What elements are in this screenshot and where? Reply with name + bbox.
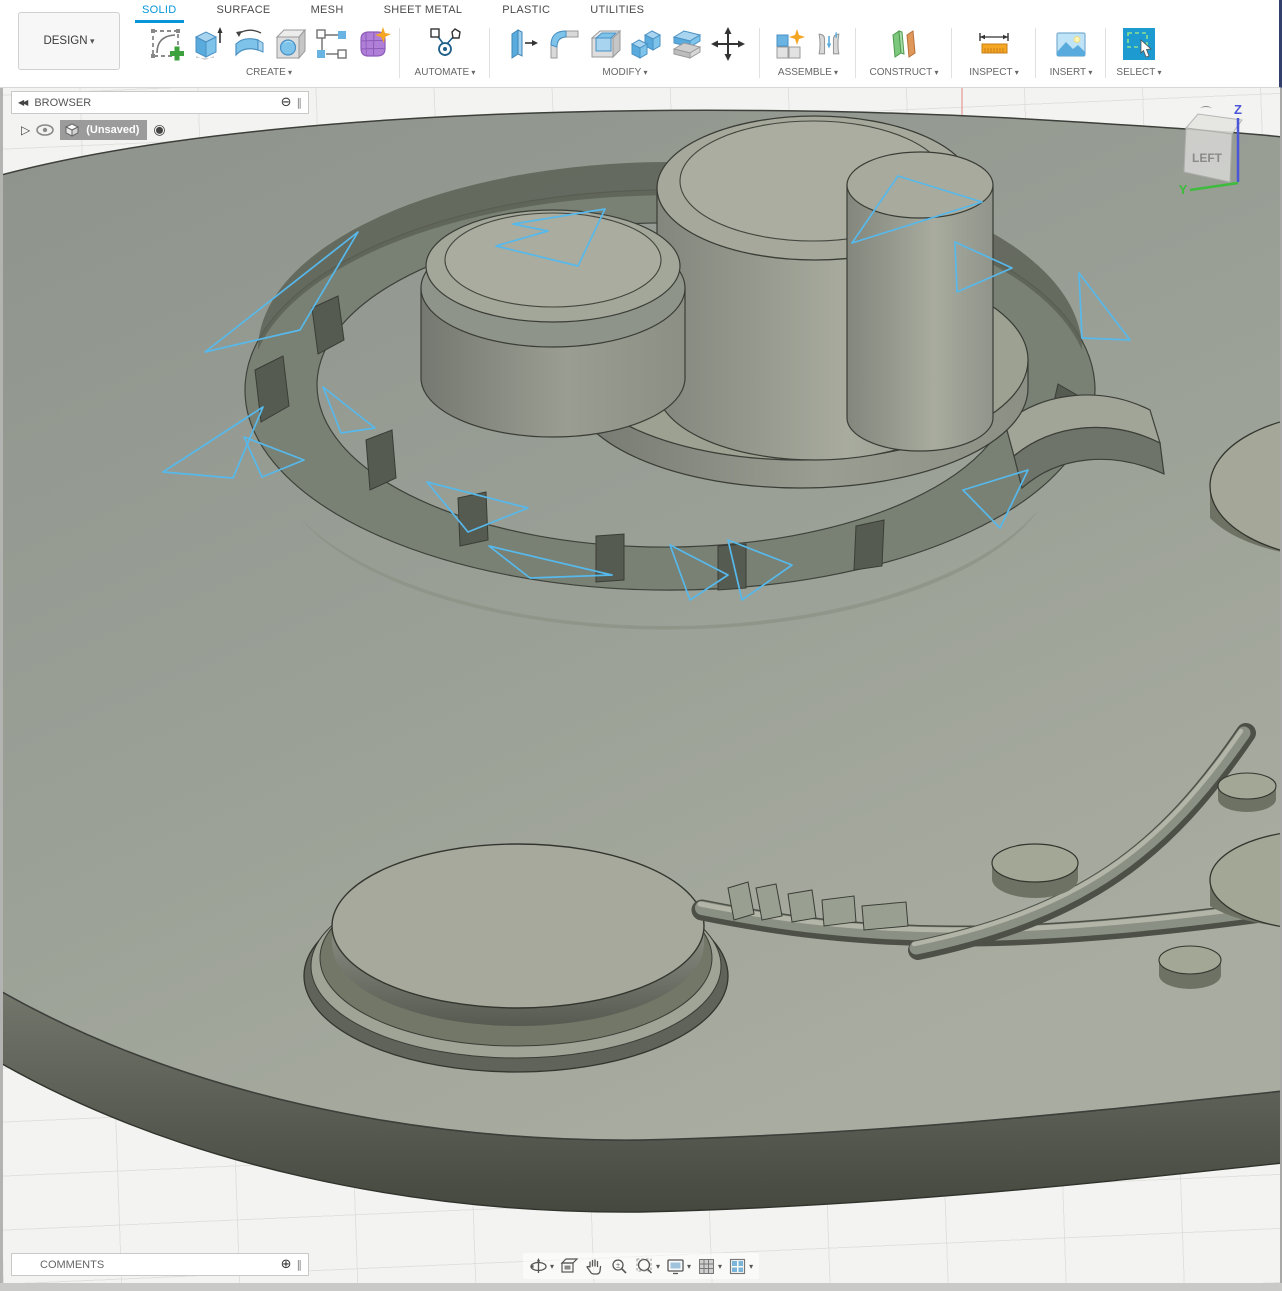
revolve-icon[interactable] (230, 25, 268, 63)
fillet-icon[interactable] (545, 25, 583, 63)
model-cylinder-left[interactable] (421, 210, 685, 437)
press-pull-icon[interactable] (504, 25, 542, 63)
pan-button[interactable] (585, 1257, 604, 1276)
orbit-caret-icon[interactable]: ▾ (550, 1262, 554, 1271)
display-settings-icon (666, 1257, 685, 1276)
browser-panel-header[interactable]: ◀◀ BROWSER ⊖ ‖ (11, 91, 309, 114)
hole-icon[interactable] (271, 25, 309, 63)
look-at-icon (560, 1257, 579, 1276)
display-settings-button[interactable]: ▾ (666, 1257, 691, 1276)
browser-title: BROWSER (34, 97, 91, 109)
fusion-360-window: DESIGN SOLID SURFACE MESH SHEET METAL PL… (0, 0, 1282, 1291)
body-cube-icon (64, 122, 80, 138)
model-canvas[interactable] (0, 88, 1282, 1283)
display-caret-icon[interactable]: ▾ (687, 1262, 691, 1271)
viewports-button[interactable]: ▾ (728, 1257, 753, 1276)
group-create: CREATE (138, 22, 400, 82)
new-component-icon[interactable] (771, 25, 809, 63)
tab-sheet-metal[interactable]: SHEET METAL (384, 4, 463, 21)
group-label-select[interactable]: SELECT (1116, 67, 1161, 78)
group-label-insert[interactable]: INSERT (1050, 67, 1093, 78)
tab-solid[interactable]: SOLID (142, 4, 177, 21)
group-insert: INSERT (1036, 22, 1106, 82)
browser-minimize-icon[interactable]: ⊖ (281, 96, 292, 109)
group-label-create[interactable]: CREATE (246, 67, 292, 78)
select-icon[interactable] (1120, 25, 1158, 63)
grid-icon (697, 1257, 716, 1276)
create-form-icon[interactable] (353, 25, 391, 63)
group-label-inspect[interactable]: INSPECT (969, 67, 1019, 78)
browser-drag-handle[interactable]: ‖ (297, 96, 303, 109)
navigation-toolbar: ▾ ± (523, 1253, 759, 1279)
model-cylinder-small[interactable] (847, 152, 993, 451)
zoom-icon: ± (610, 1257, 629, 1276)
automate-scripts-icon[interactable] (426, 25, 464, 63)
group-assemble: ASSEMBLE (760, 22, 856, 82)
window-bottom-edge (0, 1283, 1282, 1291)
insert-canvas-icon[interactable] (1052, 25, 1090, 63)
viewcube-face-label: LEFT (1192, 151, 1223, 165)
group-label-construct[interactable]: CONSTRUCT (869, 67, 938, 78)
toolbar-tab-strip: SOLID SURFACE MESH SHEET METAL PLASTIC U… (142, 4, 644, 21)
group-inspect: INSPECT (952, 22, 1036, 82)
toolbar-groups: CREATE AUTOMATE (0, 22, 1282, 86)
viewports-icon (728, 1257, 747, 1276)
move-copy-icon[interactable] (709, 25, 747, 63)
tab-surface[interactable]: SURFACE (217, 4, 271, 21)
orbit-button[interactable]: ▾ (529, 1257, 554, 1276)
grid-and-snaps-button[interactable]: ▾ (697, 1257, 722, 1276)
rectangular-pattern-icon[interactable] (312, 25, 350, 63)
z-axis-label: Z (1234, 102, 1242, 117)
measure-icon[interactable] (975, 25, 1013, 63)
group-label-modify[interactable]: MODIFY (602, 67, 647, 78)
fit-caret-icon[interactable]: ▾ (656, 1262, 660, 1271)
y-axis-label: Y (1179, 182, 1188, 197)
fit-icon (635, 1257, 654, 1276)
viewcube[interactable]: LEFT Z Y (1176, 102, 1252, 200)
pan-hand-icon (585, 1257, 604, 1276)
group-label-assemble[interactable]: ASSEMBLE (778, 67, 838, 78)
viewports-caret-icon[interactable]: ▾ (749, 1262, 753, 1271)
group-automate: AUTOMATE (400, 22, 490, 82)
document-name: (Unsaved) (86, 124, 139, 136)
main-toolbar: DESIGN SOLID SURFACE MESH SHEET METAL PL… (0, 0, 1282, 88)
split-body-icon[interactable] (668, 25, 706, 63)
group-modify: MODIFY (490, 22, 760, 82)
browser-document-row[interactable]: ▷ (Unsaved) ◉ (21, 120, 166, 140)
comments-panel-header[interactable]: COMMENTS ⊕ ‖ (11, 1253, 309, 1276)
construct-plane-icon[interactable] (885, 25, 923, 63)
model-pad-large[interactable] (304, 844, 728, 1072)
svg-text:±: ± (616, 1262, 620, 1269)
grid-caret-icon[interactable]: ▾ (718, 1262, 722, 1271)
comments-add-icon[interactable]: ⊕ (281, 1258, 292, 1271)
shell-icon[interactable] (586, 25, 624, 63)
fit-button[interactable]: ▾ (635, 1257, 660, 1276)
tab-mesh[interactable]: MESH (311, 4, 344, 21)
joint-icon[interactable] (812, 25, 846, 63)
comments-title: COMMENTS (40, 1259, 104, 1271)
comments-drag-handle[interactable]: ‖ (297, 1258, 303, 1271)
zoom-button[interactable]: ± (610, 1257, 629, 1276)
create-sketch-icon[interactable] (148, 25, 186, 63)
tab-utilities[interactable]: UTILITIES (590, 4, 644, 21)
document-chip[interactable]: (Unsaved) (60, 120, 147, 140)
group-select: SELECT (1106, 22, 1172, 82)
combine-icon[interactable] (627, 25, 665, 63)
activate-component-icon[interactable]: ◉ (153, 122, 165, 138)
viewcube-home-icon[interactable] (1200, 106, 1212, 108)
3d-viewport[interactable]: ◀◀ BROWSER ⊖ ‖ ▷ (Unsaved) ◉ (0, 88, 1282, 1283)
look-at-button[interactable] (560, 1257, 579, 1276)
browser-collapse-icon[interactable]: ◀◀ (18, 98, 26, 107)
y-axis-line (1190, 183, 1238, 190)
tab-plastic[interactable]: PLASTIC (502, 4, 550, 21)
group-construct: CONSTRUCT (856, 22, 952, 82)
group-label-automate[interactable]: AUTOMATE (415, 67, 476, 78)
visibility-eye-icon[interactable] (36, 124, 54, 136)
orbit-icon (529, 1257, 548, 1276)
expand-arrow-icon[interactable]: ▷ (21, 123, 30, 137)
extrude-icon[interactable] (189, 25, 227, 63)
